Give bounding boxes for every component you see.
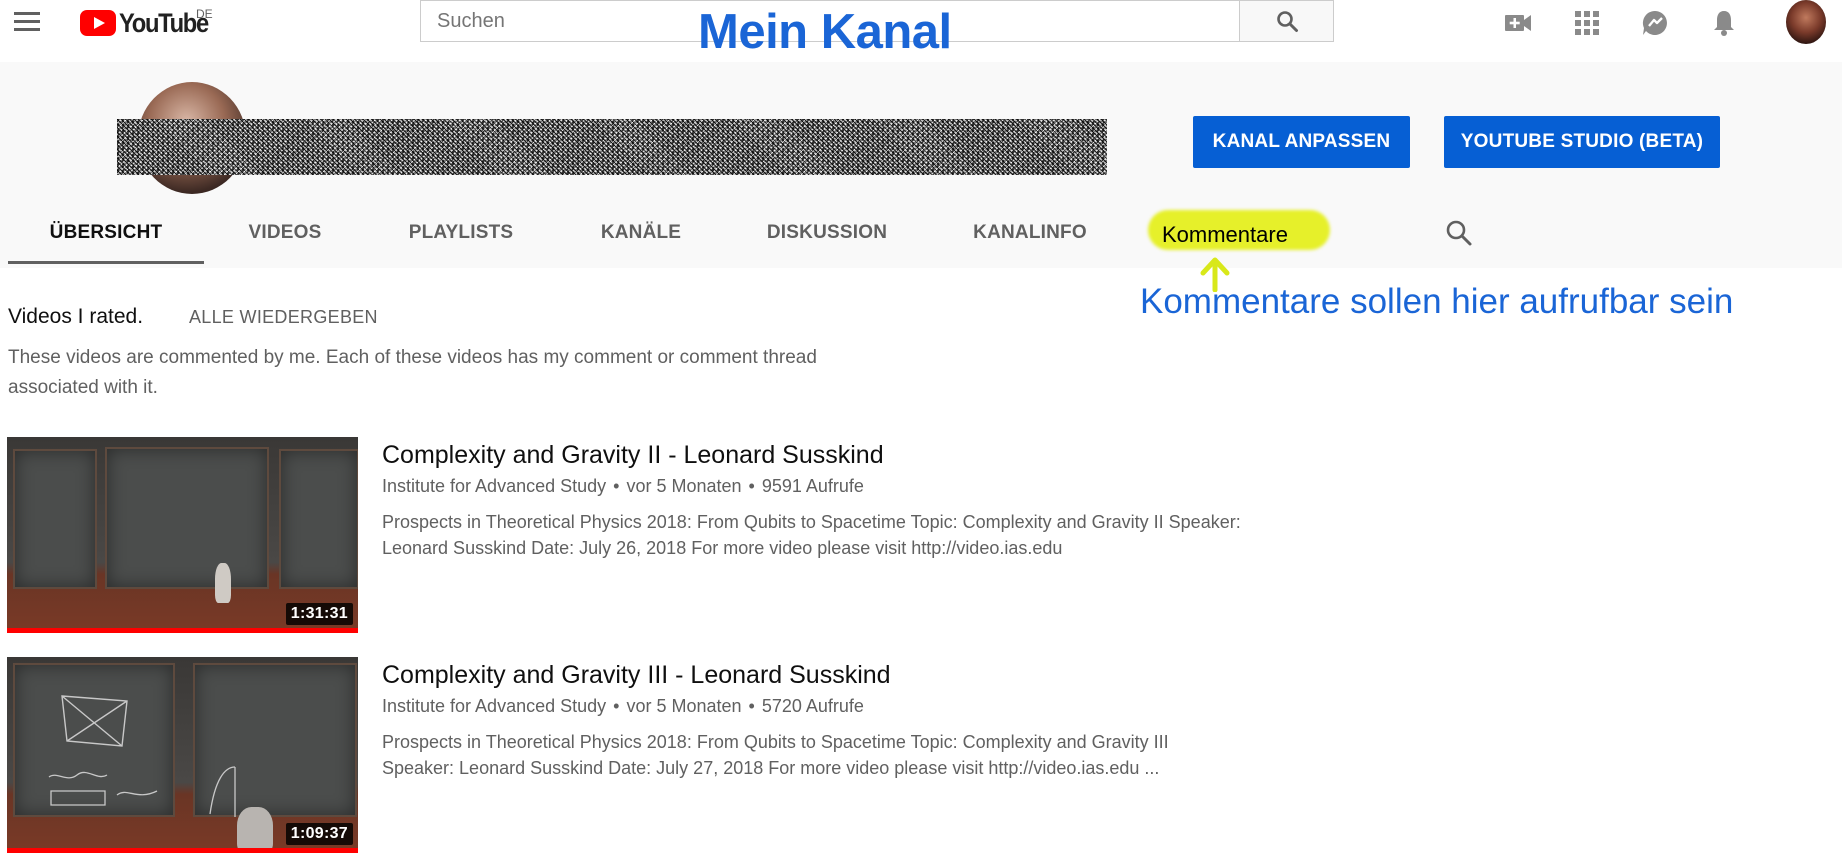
channel-header: KANAL ANPASSEN YOUTUBE STUDIO (BETA) ÜBE… [0,62,1842,268]
logo-country-code: DE [196,7,213,21]
watched-progress-bar [7,628,358,633]
menu-icon[interactable] [14,12,42,32]
apps-grid-icon-glyph [1575,11,1599,35]
tab-discussion[interactable]: DISKUSSION [756,222,898,268]
thumbnail-blackboard [13,449,97,589]
thumbnail-blackboard [105,447,269,589]
search-button[interactable] [1240,0,1334,42]
tab-about[interactable]: KANALINFO [968,222,1092,268]
video-title[interactable]: Complexity and Gravity II - Leonard Suss… [382,441,884,470]
apps-grid-icon[interactable] [1572,8,1602,38]
video-age: vor 5 Monaten [626,476,742,496]
thumbnail-chalk-formula [48,771,158,806]
redacted-channel-name [117,119,1107,175]
account-avatar[interactable] [1786,0,1826,44]
video-title[interactable]: Complexity and Gravity III - Leonard Sus… [382,661,891,690]
create-video-icon-glyph [1505,15,1531,31]
messages-icon[interactable] [1640,8,1670,38]
thumbnail-speaker [237,807,273,853]
tab-kommentare[interactable]: Kommentare [1162,222,1288,248]
create-video-icon[interactable] [1503,8,1533,38]
active-tab-indicator [8,261,204,264]
meta-separator: • [748,476,755,496]
video-thumbnail[interactable]: 1:31:31 [7,437,358,633]
tab-playlists[interactable]: PLAYLISTS [395,222,527,268]
meta-separator: • [613,476,620,496]
video-views: 9591 Aufrufe [761,476,864,496]
thumbnail-speaker [215,563,231,603]
annotation-title: Mein Kanal [698,5,952,59]
video-channel[interactable]: Institute for Advanced Study [382,476,606,496]
video-meta: Institute for Advanced Study • vor 5 Monat… [382,476,864,497]
video-age: vor 5 Monaten [626,696,742,716]
video-item: 1:09:37 Complexity and Gravity III - Leo… [0,657,1842,853]
meta-separator: • [613,696,620,716]
video-channel[interactable]: Institute for Advanced Study [382,696,606,716]
tab-videos[interactable]: VIDEOS [230,222,340,268]
thumbnail-blackboard [279,449,358,589]
video-description: Prospects in Theoretical Physics 2018: F… [382,512,1241,558]
logo-text: YouTube [119,7,209,38]
video-duration: 1:31:31 [285,603,353,625]
annotation-note: Kommentare sollen hier aufrufbar sein [1140,282,1734,321]
section-title: Videos I rated. [8,305,144,328]
notifications-bell-icon[interactable] [1709,8,1739,38]
search-icon [1276,11,1298,32]
youtube-play-icon [80,10,116,36]
section-description: These videos are commented by me. Each o… [8,347,817,398]
channel-search-icon[interactable] [1444,218,1474,248]
customize-channel-button[interactable]: KANAL ANPASSEN [1193,116,1410,168]
meta-separator: • [748,696,755,716]
thumbnail-chalk-sketch [61,695,128,747]
video-description: Prospects in Theoretical Physics 2018: F… [382,732,1169,778]
top-bar: YouTube DE Mein Kanal [0,0,1842,62]
video-duration: 1:09:37 [285,823,353,845]
tab-channels[interactable]: KANÄLE [585,222,697,268]
messages-icon-glyph [1642,10,1667,35]
play-all-link[interactable]: ALLE WIEDERGEBEN [189,307,378,328]
watched-progress-bar [7,848,358,853]
youtube-studio-button[interactable]: YOUTUBE STUDIO (BETA) [1444,116,1720,168]
video-thumbnail[interactable]: 1:09:37 [7,657,358,853]
notifications-bell-icon-glyph [1714,11,1734,36]
video-item: 1:31:31 Complexity and Gravity II - Leon… [0,437,1842,633]
video-views: 5720 Aufrufe [761,696,864,716]
video-meta: Institute for Advanced Study • vor 5 Monat… [382,696,864,717]
